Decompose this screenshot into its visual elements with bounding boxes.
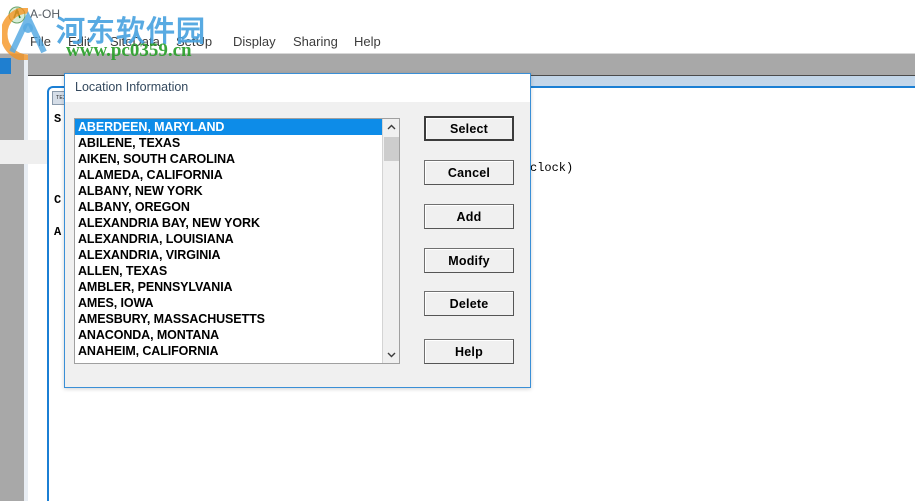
screen: A-OH File Edit SiteData SetUp Display Sh… [0, 0, 915, 501]
list-item[interactable]: AMBLER, PENNSYLVANIA [75, 279, 383, 295]
list-item[interactable]: AMES, IOWA [75, 295, 383, 311]
help-button[interactable]: Help [424, 339, 514, 364]
list-item[interactable]: ALLEN, TEXAS [75, 263, 383, 279]
background-text-clock: clock) [530, 161, 574, 175]
delete-button[interactable]: Delete [424, 291, 514, 316]
menu-item-sitedata[interactable]: SiteData [103, 32, 167, 51]
chevron-up-icon [387, 124, 395, 130]
list-item[interactable]: ANACONDA, MONTANA [75, 327, 383, 343]
add-button[interactable]: Add [424, 204, 514, 229]
window-title: A-OH [30, 7, 60, 21]
background-label-c: C [54, 193, 62, 207]
list-item[interactable]: ALAMEDA, CALIFORNIA [75, 167, 383, 183]
list-item[interactable]: ALEXANDRIA BAY, NEW YORK [75, 215, 383, 231]
menu-item-setup[interactable]: SetUp [169, 32, 219, 51]
menu-item-file[interactable]: File [23, 32, 58, 51]
modify-button[interactable]: Modify [424, 248, 514, 273]
list-item[interactable]: AMESBURY, MASSACHUSETTS [75, 311, 383, 327]
menu-item-sharing[interactable]: Sharing [286, 32, 345, 51]
list-item[interactable]: ALEXANDRIA, LOUISIANA [75, 231, 383, 247]
list-item[interactable]: ALBANY, NEW YORK [75, 183, 383, 199]
document-band-left-lower [0, 140, 49, 164]
list-item[interactable]: ALBANY, OREGON [75, 199, 383, 215]
menu-item-edit[interactable]: Edit [61, 32, 97, 51]
location-list-items: ABERDEEN, MARYLAND ABILENE, TEXAS AIKEN, S… [75, 119, 383, 359]
app-icon [8, 6, 26, 24]
dialog-titlebar: Location Information [65, 74, 530, 102]
left-rail [0, 54, 24, 501]
list-item[interactable]: ABERDEEN, MARYLAND [75, 119, 383, 135]
select-button[interactable]: Select [424, 116, 514, 141]
scrollbar-thumb[interactable] [384, 137, 399, 161]
window-titlebar: A-OH [0, 0, 915, 29]
list-item[interactable]: ANAHEIM, CALIFORNIA [75, 343, 383, 359]
scrollbar-up-button[interactable] [383, 119, 399, 136]
location-listbox[interactable]: ABERDEEN, MARYLAND ABILENE, TEXAS AIKEN, S… [74, 118, 400, 364]
menu-item-display[interactable]: Display [226, 32, 283, 51]
background-label-s: S [54, 112, 62, 126]
list-item[interactable]: AIKEN, SOUTH CAROLINA [75, 151, 383, 167]
location-information-dialog: Location Information ABERDEEN, MARYLAND A… [64, 73, 531, 388]
list-item[interactable]: ALEXANDRIA, VIRGINIA [75, 247, 383, 263]
background-label-a: A [54, 225, 62, 239]
listbox-scrollbar[interactable] [382, 119, 399, 363]
chevron-down-icon [387, 352, 395, 358]
menubar: File Edit SiteData SetUp Display Sharing… [0, 29, 915, 54]
left-accent-marker [0, 58, 11, 74]
menu-item-help[interactable]: Help [347, 32, 388, 51]
cancel-button[interactable]: Cancel [424, 160, 514, 185]
left-rail-edge [24, 54, 28, 501]
list-item[interactable]: ABILENE, TEXAS [75, 135, 383, 151]
dialog-title: Location Information [75, 80, 189, 94]
scrollbar-down-button[interactable] [383, 346, 399, 363]
